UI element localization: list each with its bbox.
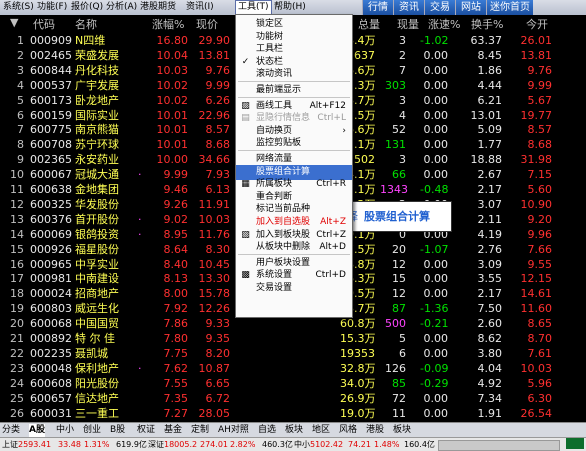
sh-percent: 1.31%: [84, 440, 110, 449]
cell-cur: 11: [392, 406, 406, 420]
col-turnover[interactable]: 换手%: [471, 16, 503, 32]
sh-label: 上证: [2, 440, 18, 449]
menu-item[interactable]: 交易设置: [236, 281, 352, 296]
tab-item[interactable]: 板块: [285, 424, 303, 437]
zx-percent: 1.48%: [374, 440, 400, 449]
sz-value: 18005.2: [164, 440, 198, 449]
website-button[interactable]: 网站: [455, 0, 486, 15]
menu-item-icon: [240, 126, 251, 137]
tab-item[interactable]: 定制: [191, 424, 209, 437]
menu-item-icon: [240, 217, 251, 228]
cell-name: 三一重工: [75, 406, 119, 420]
category-tab-bar: 分类 A股 中小 创业 B股 权证 基金 定制 AH对照 自选 板块 地区 风格 港股 板块: [0, 422, 586, 438]
menu-item-icon: ▩: [241, 270, 250, 281]
col-no: ▼: [10, 16, 19, 29]
tab-item[interactable]: 自选: [258, 424, 276, 437]
sz-label: 深证: [148, 440, 164, 449]
trade-button[interactable]: 交易: [424, 0, 455, 15]
tools-dropdown-menu: 锁定区 功能树 工具栏 ✓ 状态栏 滚动资讯 最前端显示 ▨ 画线工具 Alt+F12 ▤ 显隐行情信…: [235, 14, 353, 318]
sz-change: 274.01: [200, 440, 228, 449]
table-row[interactable]: 26 600031 三一重工 7.27 28.05 19.0万 11 0.00 1.91 26.5…: [0, 405, 586, 422]
tab-item[interactable]: 分类: [2, 424, 20, 437]
zx-value: 5102.42: [310, 440, 344, 449]
cell-px: 28.05: [198, 406, 231, 420]
connection-icon: [566, 438, 584, 449]
tab-item[interactable]: AH对照: [218, 424, 249, 437]
menu-item-label: 交易设置: [256, 283, 293, 293]
tab-item[interactable]: 创业: [83, 424, 101, 437]
menu-separator: [238, 253, 350, 255]
cell-vol: 19.0万: [340, 406, 376, 420]
menu-item-icon: [240, 85, 251, 96]
menu-item-icon: [240, 44, 251, 55]
menu-help[interactable]: 帮助(H): [274, 1, 306, 14]
menu-item-icon: ▨: [241, 100, 250, 111]
menu-item-icon: [240, 167, 251, 178]
menu-quote[interactable]: 报价(Q): [71, 1, 103, 14]
cell-chg: 7.27: [163, 406, 189, 420]
sh-value: 2593.41: [18, 440, 52, 449]
menu-system[interactable]: 系统(S): [3, 1, 34, 14]
menu-item-icon: [240, 204, 251, 215]
sh-amount: 619.9亿: [116, 440, 147, 449]
zx-label: 中小: [294, 440, 310, 449]
menu-item-icon: [240, 283, 251, 294]
col-open[interactable]: 今开: [526, 16, 548, 32]
col-code[interactable]: 代码: [33, 16, 55, 32]
zx-change: 74.21: [348, 440, 371, 449]
news-button[interactable]: 资讯: [393, 0, 424, 15]
col-current-vol[interactable]: 现量: [397, 16, 419, 32]
sz-amount: 460.3亿: [262, 440, 293, 449]
tab-item[interactable]: 板块: [393, 424, 411, 437]
cell-tov: 1.91: [477, 406, 503, 420]
menu-item-icon: [240, 242, 251, 253]
menu-news[interactable]: 资讯(I): [186, 1, 214, 14]
col-name[interactable]: 名称: [75, 16, 97, 32]
mini-home-button[interactable]: 迷你首页: [486, 0, 533, 15]
menu-function[interactable]: 功能(F): [37, 1, 67, 14]
tab-item[interactable]: 基金: [164, 424, 182, 437]
tab-item[interactable]: A股: [29, 424, 45, 437]
menu-item-icon: ▤: [241, 113, 250, 124]
menu-item-icon: [240, 19, 251, 30]
tab-item[interactable]: 地区: [312, 424, 330, 437]
menu-separator: [238, 96, 350, 98]
menu-item-icon: [240, 138, 251, 149]
sh-change: 33.48: [58, 440, 81, 449]
cell-mark: [138, 405, 148, 422]
col-price[interactable]: 现价: [196, 16, 218, 32]
cell-no: 26: [10, 406, 24, 420]
col-speed[interactable]: 涨速%: [428, 16, 460, 32]
menu-item-icon: [240, 69, 251, 80]
index-status-bar: 上证 2593.41 33.48 1.31% 619.9亿 深证 18005.2…: [0, 437, 586, 451]
tab-item[interactable]: 权证: [137, 424, 155, 437]
menu-item-icon: [240, 192, 251, 203]
sz-percent: 2.82%: [230, 440, 256, 449]
menu-tools[interactable]: 工具(T): [235, 0, 272, 15]
menu-item-icon: ▧: [241, 229, 250, 240]
col-volume[interactable]: 总量: [358, 16, 380, 32]
tab-item[interactable]: 港股: [366, 424, 384, 437]
menu-item-icon: [240, 154, 251, 165]
tab-item[interactable]: 风格: [339, 424, 357, 437]
status-ticker-area: [438, 440, 560, 451]
quote-button[interactable]: 行情: [362, 0, 393, 15]
cell-spd: 0.00: [423, 406, 449, 420]
cell-open: 26.54: [520, 406, 553, 420]
menu-analysis[interactable]: 分析(A): [106, 1, 137, 14]
tab-item[interactable]: B股: [110, 424, 125, 437]
menu-item-icon: ▦: [241, 179, 250, 190]
zx-amount: 160.4亿: [404, 440, 435, 449]
menu-hk-futures[interactable]: 港股期货: [140, 1, 176, 14]
cell-code: 600031: [30, 406, 72, 420]
tab-item[interactable]: 中小: [56, 424, 74, 437]
menu-separator: [238, 150, 350, 151]
menu-item-icon: [240, 32, 251, 43]
menu-separator: [238, 81, 350, 82]
checkmark-icon: ✓: [241, 56, 250, 67]
menu-item-icon: [240, 258, 251, 269]
tooltip-item: 股票组合计算: [364, 210, 430, 223]
col-change[interactable]: 涨幅%: [152, 16, 184, 32]
